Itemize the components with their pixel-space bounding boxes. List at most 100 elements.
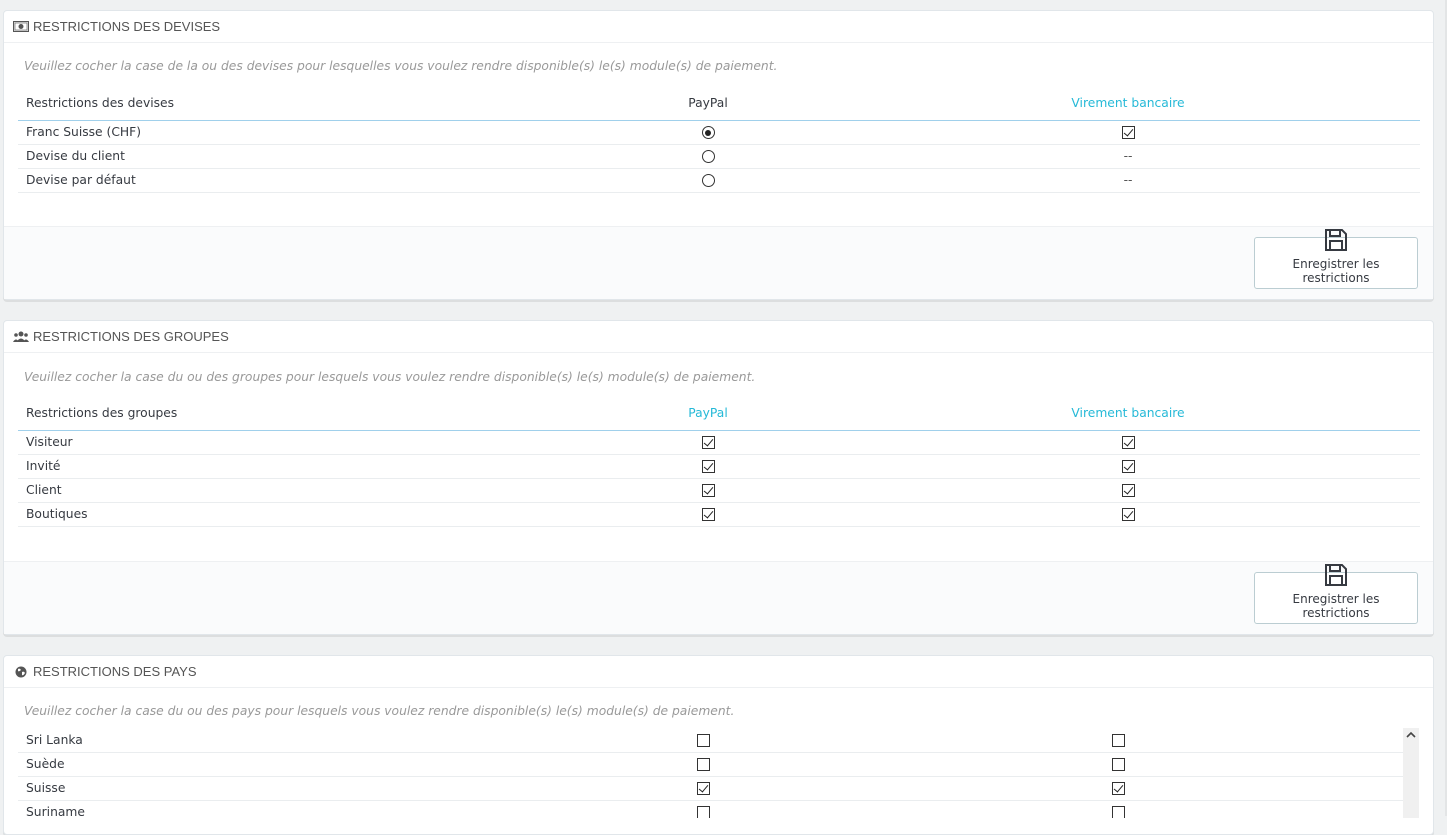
- paypal-radio[interactable]: [701, 150, 715, 163]
- row-label: Devise par défaut: [18, 168, 458, 193]
- paypal-cell: [458, 800, 948, 818]
- country-list-scroll-area[interactable]: Sri Lanka Suède Suisse Suriname: [18, 728, 1420, 818]
- column-header-spacer: [1298, 396, 1420, 431]
- virement-cell: [958, 120, 1298, 145]
- paypal-cell: [458, 120, 958, 145]
- row-label: Visiteur: [18, 430, 458, 455]
- spacer-cell: [1288, 800, 1404, 818]
- country-help-text: Veuillez cocher la case du ou des pays p…: [24, 704, 735, 718]
- country-list-scrollbar[interactable]: [1403, 728, 1419, 818]
- virement-checkbox[interactable]: [1121, 460, 1135, 473]
- paypal-cell: [458, 776, 948, 801]
- money-icon: [12, 20, 30, 34]
- table-row: Client: [18, 478, 1420, 503]
- virement-checkbox[interactable]: [1121, 126, 1135, 139]
- paypal-checkbox[interactable]: [701, 484, 715, 497]
- spacer-cell: [1288, 776, 1404, 801]
- virement-cell: [948, 752, 1288, 777]
- virement-cell: [948, 728, 1288, 753]
- table-row: Franc Suisse (CHF): [18, 120, 1420, 145]
- virement-checkbox[interactable]: [1111, 806, 1125, 818]
- row-label: Client: [18, 478, 458, 503]
- table-header-row: Restrictions des groupes PayPal Virement…: [18, 396, 1420, 431]
- save-button-label: Enregistrer les restrictions: [1292, 592, 1380, 620]
- virement-checkbox[interactable]: [1111, 758, 1125, 771]
- country-panel-title: RESTRICTIONS DES PAYS: [33, 664, 197, 679]
- floppy-disk-icon: [1324, 228, 1348, 255]
- row-label: Franc Suisse (CHF): [18, 120, 458, 145]
- virement-cell: --: [958, 168, 1298, 193]
- table-row: Invité: [18, 454, 1420, 479]
- currency-panel-footer: Enregistrer les restrictions: [4, 226, 1433, 299]
- virement-checkbox[interactable]: [1121, 508, 1135, 521]
- virement-checkbox[interactable]: [1121, 484, 1135, 497]
- paypal-radio[interactable]: [701, 174, 715, 187]
- country-panel-heading: RESTRICTIONS DES PAYS: [4, 656, 1433, 688]
- table-row: Suriname: [18, 800, 1404, 818]
- virement-unavailable: --: [1123, 149, 1133, 163]
- globe-icon: [12, 665, 30, 679]
- paypal-cell: [458, 144, 958, 169]
- paypal-checkbox[interactable]: [696, 758, 710, 771]
- country-restrictions-table: Sri Lanka Suède Suisse Suriname: [18, 728, 1404, 818]
- paypal-checkbox[interactable]: [701, 460, 715, 473]
- virement-cell: [958, 454, 1298, 479]
- paypal-cell: [458, 454, 958, 479]
- virement-checkbox[interactable]: [1111, 733, 1125, 747]
- virement-cell: [958, 502, 1298, 527]
- save-group-restrictions-button[interactable]: Enregistrer les restrictions: [1254, 564, 1418, 624]
- group-panel-footer: Enregistrer les restrictions: [4, 561, 1433, 634]
- table-row: Devise du client --: [18, 144, 1420, 169]
- spacer-cell: [1298, 454, 1420, 479]
- row-label: Sri Lanka: [18, 728, 458, 753]
- users-icon: [12, 330, 30, 344]
- save-currency-restrictions-button[interactable]: Enregistrer les restrictions: [1254, 229, 1418, 289]
- paypal-cell: [458, 752, 948, 777]
- row-label: Invité: [18, 454, 458, 479]
- paypal-checkbox[interactable]: [696, 806, 710, 818]
- paypal-cell: [458, 728, 948, 753]
- paypal-cell: [458, 478, 958, 503]
- currency-restrictions-table: Restrictions des devises PayPal Virement…: [18, 86, 1420, 193]
- column-header-paypal[interactable]: PayPal: [458, 396, 958, 431]
- row-label: Devise du client: [18, 144, 458, 169]
- group-panel-heading: RESTRICTIONS DES GROUPES: [4, 321, 1433, 353]
- table-header-row: Restrictions des devises PayPal Virement…: [18, 86, 1420, 121]
- column-header-label: Restrictions des groupes: [18, 396, 458, 431]
- paypal-checkbox[interactable]: [701, 508, 715, 521]
- virement-checkbox[interactable]: [1111, 782, 1125, 795]
- column-header-paypal: PayPal: [458, 86, 958, 121]
- spacer-cell: [1298, 430, 1420, 455]
- chevron-up-icon[interactable]: [1406, 731, 1416, 742]
- currency-panel-title: RESTRICTIONS DES DEVISES: [33, 19, 221, 34]
- paypal-cell: [458, 502, 958, 527]
- table-row: Boutiques: [18, 502, 1420, 527]
- table-row: Suisse: [18, 776, 1404, 801]
- column-header-virement[interactable]: Virement bancaire: [958, 396, 1298, 431]
- virement-checkbox[interactable]: [1121, 436, 1135, 449]
- row-label: Suisse: [18, 776, 458, 801]
- currency-panel-heading: RESTRICTIONS DES DEVISES: [4, 11, 1433, 43]
- paypal-radio[interactable]: [701, 126, 715, 139]
- spacer-cell: [1288, 752, 1404, 777]
- column-header-virement[interactable]: Virement bancaire: [958, 86, 1298, 121]
- group-panel-title: RESTRICTIONS DES GROUPES: [33, 329, 229, 344]
- paypal-checkbox[interactable]: [701, 436, 715, 449]
- virement-cell: [958, 478, 1298, 503]
- paypal-checkbox[interactable]: [696, 733, 710, 747]
- paypal-checkbox[interactable]: [696, 782, 710, 795]
- group-help-text: Veuillez cocher la case du ou des groupe…: [24, 370, 756, 384]
- table-row: Devise par défaut --: [18, 168, 1420, 193]
- country-restrictions-panel: RESTRICTIONS DES PAYS Veuillez cocher la…: [3, 655, 1434, 835]
- paypal-cell: [458, 430, 958, 455]
- paypal-cell: [458, 168, 958, 193]
- column-header-spacer: [1298, 86, 1420, 121]
- row-label: Boutiques: [18, 502, 458, 527]
- virement-unavailable: --: [1123, 173, 1133, 187]
- floppy-disk-icon: [1324, 563, 1348, 590]
- save-button-label: Enregistrer les restrictions: [1292, 257, 1380, 285]
- virement-cell: [958, 430, 1298, 455]
- virement-cell: [948, 776, 1288, 801]
- column-header-label: Restrictions des devises: [18, 86, 458, 121]
- spacer-cell: [1288, 728, 1404, 753]
